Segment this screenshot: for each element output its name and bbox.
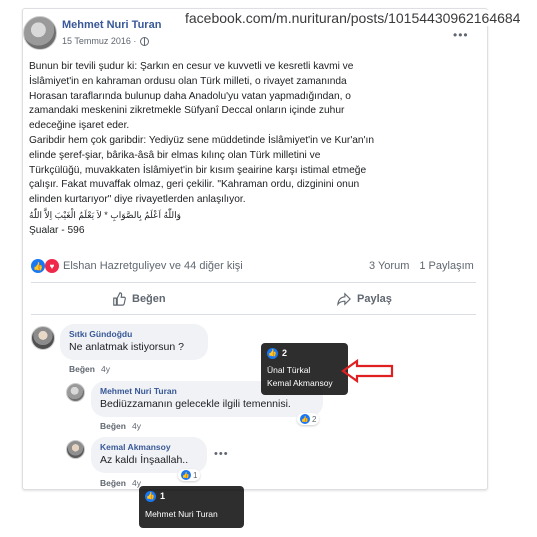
post-text: Bunun bir tevili şudur ki: Şarkın en ces… bbox=[29, 60, 429, 239]
comment-bubble: Kemal Akmansoy Az kaldı İnşaallah.. bbox=[91, 437, 207, 473]
red-arrow-annotation bbox=[341, 358, 394, 384]
comment-avatar[interactable] bbox=[31, 326, 55, 350]
comment-reaction-count: 1 bbox=[193, 470, 198, 480]
comment-like-button[interactable]: Beğen bbox=[69, 364, 95, 374]
tooltip-header: 👍 2 bbox=[267, 347, 342, 360]
like-reaction-icon: 👍 bbox=[145, 491, 156, 502]
comment-actions: Beğen 4y bbox=[100, 421, 141, 431]
comment-text: Bediüzzamanın gelecekle ilgili temennisi… bbox=[100, 398, 291, 410]
post-line: edeceğine işaret eder. bbox=[29, 120, 130, 132]
post-line: elinde şeref-şiar, bârika-âsâ bir elmas … bbox=[29, 149, 321, 161]
comment-time[interactable]: 4y bbox=[132, 421, 141, 431]
comment-text: Ne anlatmak istiyorsun ? bbox=[69, 341, 184, 353]
thumbs-up-icon bbox=[113, 292, 126, 306]
post-line: Horasan taraflarında bulunup daha Anadol… bbox=[29, 90, 351, 102]
post-line: zamandaki meskenini zikretmekle Süfyanî … bbox=[29, 105, 345, 117]
reaction-names[interactable]: Elshan Hazretguliyev ve 44 diğer kişi bbox=[63, 260, 243, 272]
comment-actions: Beğen 4y bbox=[100, 478, 141, 488]
tooltip-count: 1 bbox=[160, 491, 166, 501]
post-line: İslâmiyet'in en kahraman ordusu olan Tür… bbox=[29, 75, 347, 87]
comment-time[interactable]: 4y bbox=[101, 364, 110, 374]
comment-avatar[interactable] bbox=[66, 440, 85, 459]
shares-count[interactable]: 1 Paylaşım bbox=[419, 260, 473, 272]
comment-author[interactable]: Sıtkı Gündoğdu bbox=[69, 329, 199, 339]
post-line: Bunun bir tevili şudur ki: Şarkın en ces… bbox=[29, 61, 354, 72]
share-label: Paylaş bbox=[357, 293, 392, 305]
like-button[interactable]: Beğen bbox=[112, 292, 166, 306]
love-reaction-icon: ♥ bbox=[45, 259, 59, 273]
divider bbox=[31, 314, 476, 315]
url-overlay: facebook.com/m.nurituran/posts/101544309… bbox=[185, 10, 521, 26]
comment-actions: Beğen 4y bbox=[69, 364, 110, 374]
comment-reaction-count: 2 bbox=[312, 414, 317, 424]
comment-bubble: Sıtkı Gündoğdu Ne anlatmak istiyorsun ? bbox=[60, 324, 208, 360]
tooltip-count: 2 bbox=[282, 348, 288, 358]
post-line: elinden kurtarıyor" diye rivayetlerden a… bbox=[29, 194, 246, 206]
comment-like-button[interactable]: Beğen bbox=[100, 478, 126, 488]
comment-like-button[interactable]: Beğen bbox=[100, 421, 126, 431]
divider bbox=[31, 282, 476, 283]
like-reaction-icon: 👍 bbox=[181, 470, 191, 480]
share-icon bbox=[337, 292, 351, 306]
comment-reactions[interactable]: 👍 1 bbox=[178, 469, 201, 481]
tooltip-header: 👍 1 bbox=[145, 490, 238, 503]
comment-avatar[interactable] bbox=[66, 383, 85, 402]
share-button[interactable]: Paylaş bbox=[337, 292, 392, 306]
post-date[interactable]: 15 Temmuz 2016 · bbox=[62, 36, 136, 46]
post-line: Türkçülüğü, muvakkaten İslâmiyet'in bir … bbox=[29, 164, 367, 176]
tooltip-name: Mehmet Nuri Turan bbox=[145, 509, 218, 519]
arabic-line: وَاللّٰهُ اَعْلَمُ بِالصَّوَابِ * لاَ يَ… bbox=[29, 209, 181, 220]
reactions-tooltip: 👍 2 Ünal Türkal Kemal Akmansoy bbox=[261, 343, 348, 395]
like-reaction-icon: 👍 bbox=[300, 414, 310, 424]
post-author-name[interactable]: Mehmet Nuri Turan bbox=[62, 19, 161, 31]
like-reaction-icon: 👍 bbox=[267, 348, 278, 359]
post-line: Garibdir hem çok garibdir: Yediyüz sene … bbox=[29, 134, 375, 146]
post-line: çalışır. Fakat muvaffak olmaz, geri çeki… bbox=[29, 179, 360, 191]
globe-icon bbox=[140, 36, 150, 46]
post-meta: 15 Temmuz 2016 · bbox=[62, 36, 150, 46]
reactions-tooltip: 👍 1 Mehmet Nuri Turan bbox=[139, 486, 244, 528]
comments-count[interactable]: 3 Yorum bbox=[369, 260, 409, 272]
comment-author[interactable]: Kemal Akmansoy bbox=[100, 442, 198, 452]
comment-more-button[interactable]: ••• bbox=[214, 448, 229, 460]
engagement-counts: 3 Yorum 1 Paylaşım bbox=[369, 260, 474, 272]
post-source: Şualar - 596 bbox=[29, 224, 85, 236]
tooltip-name: Kemal Akmansoy bbox=[267, 378, 333, 388]
reaction-summary[interactable]: 👍 ♥ Elshan Hazretguliyev ve 44 diğer kiş… bbox=[31, 259, 243, 273]
comment-reactions[interactable]: 👍 2 bbox=[297, 413, 320, 425]
like-label: Beğen bbox=[132, 293, 166, 305]
tooltip-name: Ünal Türkal bbox=[267, 365, 311, 375]
author-avatar[interactable] bbox=[23, 16, 57, 50]
comment-text: Az kaldı İnşaallah.. bbox=[100, 454, 189, 466]
like-reaction-icon: 👍 bbox=[31, 259, 45, 273]
post-more-button[interactable]: ••• bbox=[453, 28, 469, 42]
